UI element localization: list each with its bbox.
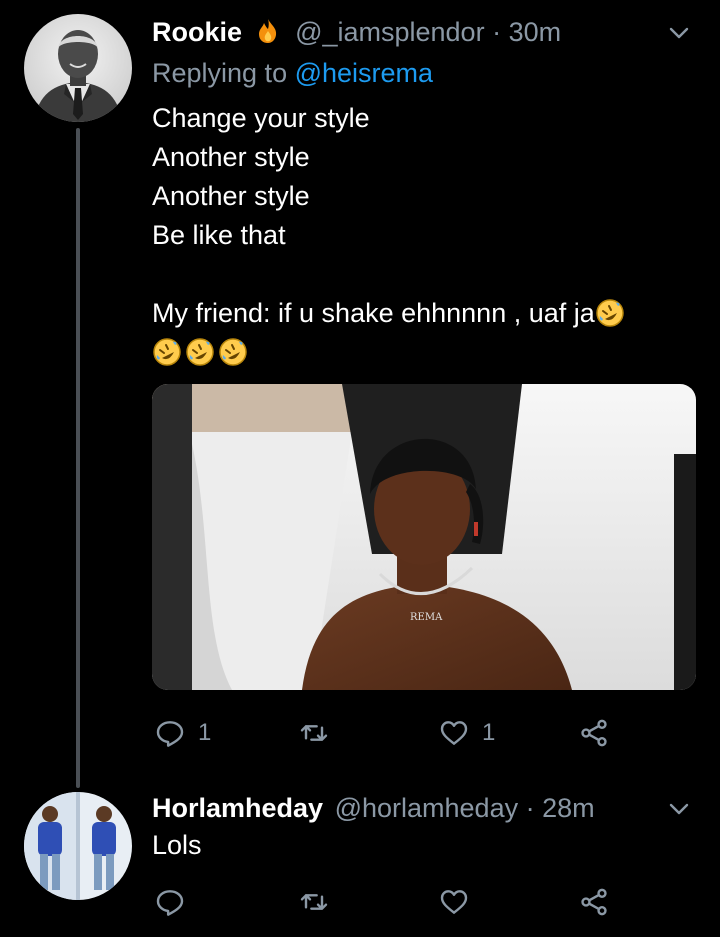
- retweet-icon: [300, 725, 328, 741]
- display-name[interactable]: Horlamheday: [152, 793, 323, 823]
- tweet-photo[interactable]: REMA: [152, 384, 696, 690]
- text-line: Another style: [152, 142, 310, 172]
- tweet-header: Rookie @_iamsplendor · 30m: [152, 14, 640, 50]
- like-count: 1: [482, 719, 496, 746]
- replying-to: Replying to @heisrema: [152, 55, 433, 91]
- like-button[interactable]: [438, 882, 482, 922]
- reply-count: 1: [198, 719, 212, 746]
- chevron-down-icon[interactable]: [666, 796, 692, 822]
- tweet-text: Lols: [152, 826, 692, 865]
- heart-icon: [440, 890, 468, 914]
- reply-icon: [156, 721, 184, 747]
- rolling-on-floor-laughing-emoji: [218, 337, 248, 367]
- text-line: My friend: if u shake ehhnnnn , uaf ja: [152, 298, 595, 328]
- rolling-on-floor-laughing-emoji: [152, 337, 182, 367]
- text-line: Change your style: [152, 103, 370, 133]
- tweet[interactable]: Horlamheday @horlamheday · 28m Lols: [0, 790, 720, 937]
- share-icon: [581, 888, 607, 916]
- text-line: Another style: [152, 181, 310, 211]
- retweet-button[interactable]: [298, 882, 342, 922]
- display-name[interactable]: Rookie: [152, 17, 242, 47]
- rolling-on-floor-laughing-emoji: [185, 337, 215, 367]
- chevron-down-icon[interactable]: [666, 20, 692, 46]
- share-icon: [581, 719, 607, 747]
- avatar[interactable]: [24, 14, 132, 122]
- avatar[interactable]: [24, 792, 132, 900]
- retweet-button[interactable]: [298, 713, 342, 753]
- tweet-actions: [152, 882, 622, 922]
- separator: ·: [484, 17, 509, 47]
- text-line-with-emoji: My friend: if u shake ehhnnnn , uaf ja: [152, 294, 692, 333]
- emoji-row: [152, 333, 692, 372]
- tweet[interactable]: Rookie @_iamsplendor · 30m Replying to @…: [0, 0, 720, 790]
- reply-button[interactable]: 1: [154, 713, 211, 753]
- replying-to-label: Replying to: [152, 58, 295, 88]
- text-line: Lols: [152, 830, 202, 860]
- tweet-text: Change your style Another style Another …: [152, 99, 692, 372]
- reply-button[interactable]: [154, 882, 198, 922]
- mention-link[interactable]: @heisrema: [295, 58, 433, 88]
- separator: ·: [518, 793, 543, 823]
- text-line: [152, 255, 692, 294]
- rolling-on-floor-laughing-emoji: [595, 298, 625, 328]
- thread-connector: [76, 128, 80, 788]
- user-handle[interactable]: @horlamheday: [335, 793, 519, 823]
- fire-emoji: [254, 17, 282, 45]
- share-button[interactable]: [578, 713, 610, 753]
- tweet-header: Horlamheday @horlamheday · 28m: [152, 790, 640, 826]
- user-handle[interactable]: @_iamsplendor: [295, 17, 485, 47]
- retweet-icon: [300, 894, 328, 910]
- heart-icon: [440, 721, 468, 745]
- reply-icon: [156, 890, 184, 916]
- timestamp[interactable]: 30m: [509, 17, 562, 47]
- share-button[interactable]: [578, 882, 610, 922]
- like-button[interactable]: 1: [438, 713, 495, 753]
- timestamp[interactable]: 28m: [542, 793, 595, 823]
- tweet-actions: 1 1: [152, 713, 622, 753]
- text-line: Be like that: [152, 220, 286, 250]
- svg-text:REMA: REMA: [410, 612, 443, 623]
